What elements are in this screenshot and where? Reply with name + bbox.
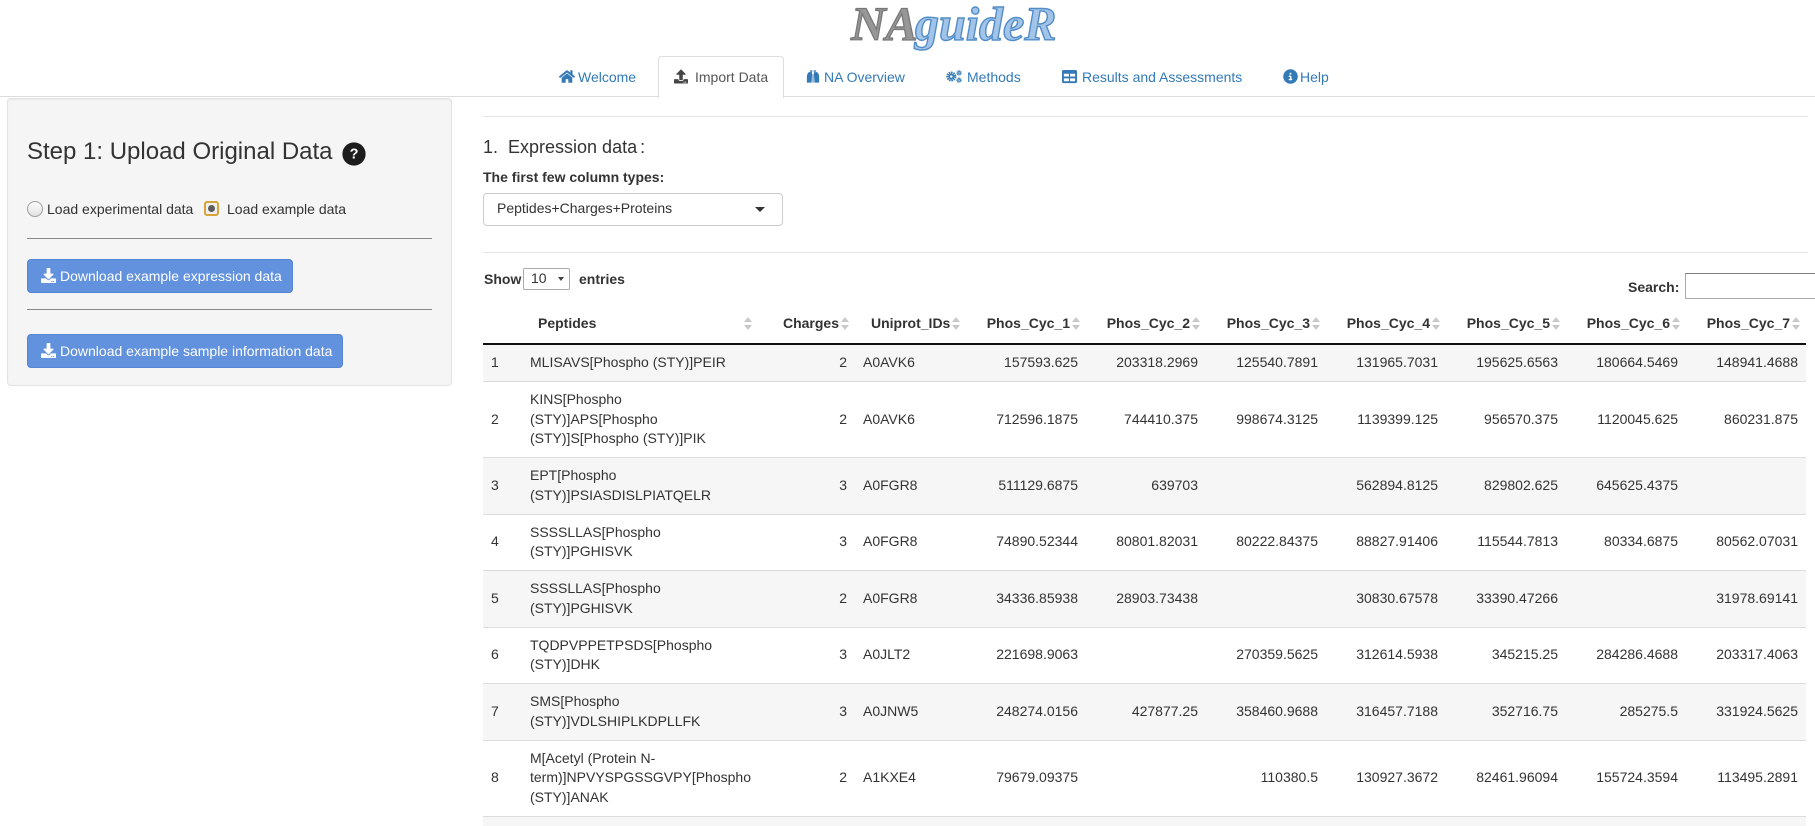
svg-text:guideR: guideR: [914, 0, 1056, 51]
svg-text:NA: NA: [850, 0, 918, 51]
svg-text:?: ?: [350, 147, 359, 163]
